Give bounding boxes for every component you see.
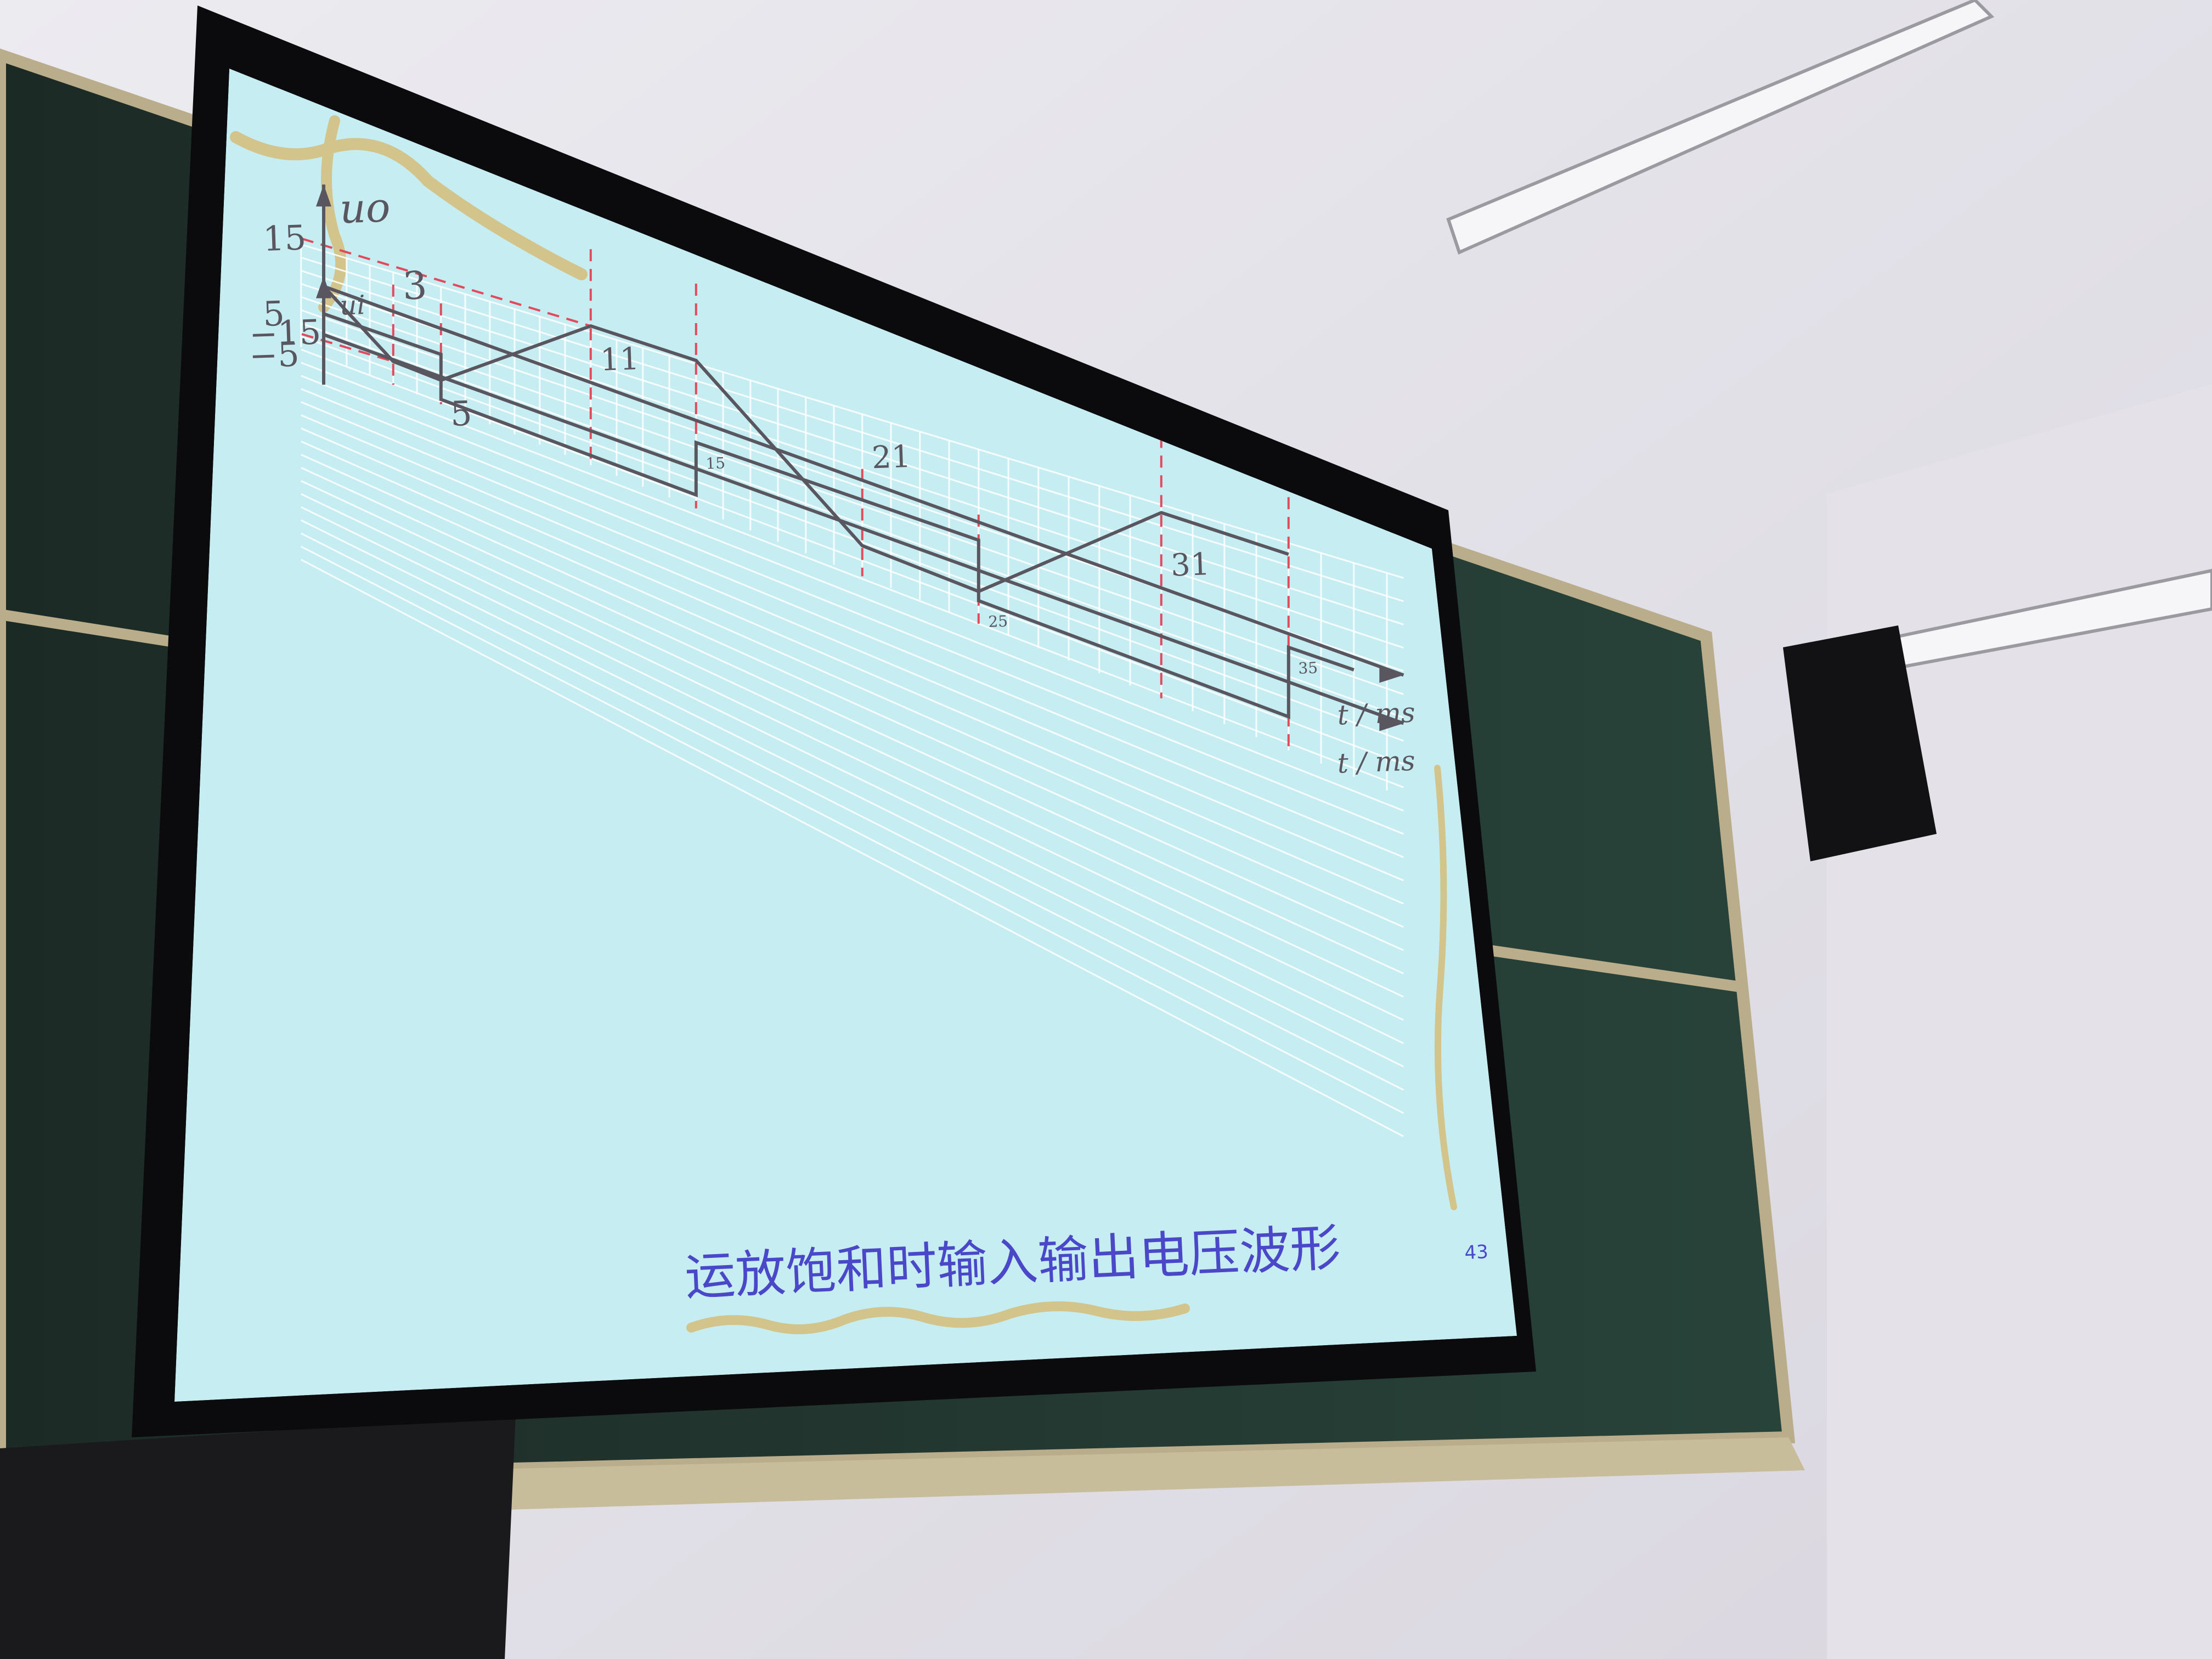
- data-label: 11: [600, 341, 640, 378]
- data-label: 35: [1298, 659, 1318, 678]
- x-axis-label: t / ms: [1337, 745, 1416, 780]
- y-tick-label: 15: [262, 217, 307, 259]
- data-label: 3: [402, 263, 427, 309]
- data-label: 31: [1170, 546, 1210, 583]
- data-label: 5: [450, 393, 473, 434]
- wall-side: [1827, 384, 2212, 1659]
- y-axis-label: uo: [339, 184, 391, 233]
- data-label: 21: [871, 439, 911, 476]
- y-tick-label: −15: [249, 312, 321, 354]
- classroom-scene: uit / ms5−55152535uot / ms15−153112131 运…: [0, 0, 2212, 1659]
- y-axis-label: ui: [339, 290, 365, 321]
- data-label: 25: [988, 612, 1008, 631]
- slide-page-number: 43: [1464, 1241, 1489, 1264]
- laptop: [0, 1415, 516, 1659]
- x-axis-label: t / ms: [1337, 697, 1416, 731]
- data-label: 15: [706, 454, 726, 472]
